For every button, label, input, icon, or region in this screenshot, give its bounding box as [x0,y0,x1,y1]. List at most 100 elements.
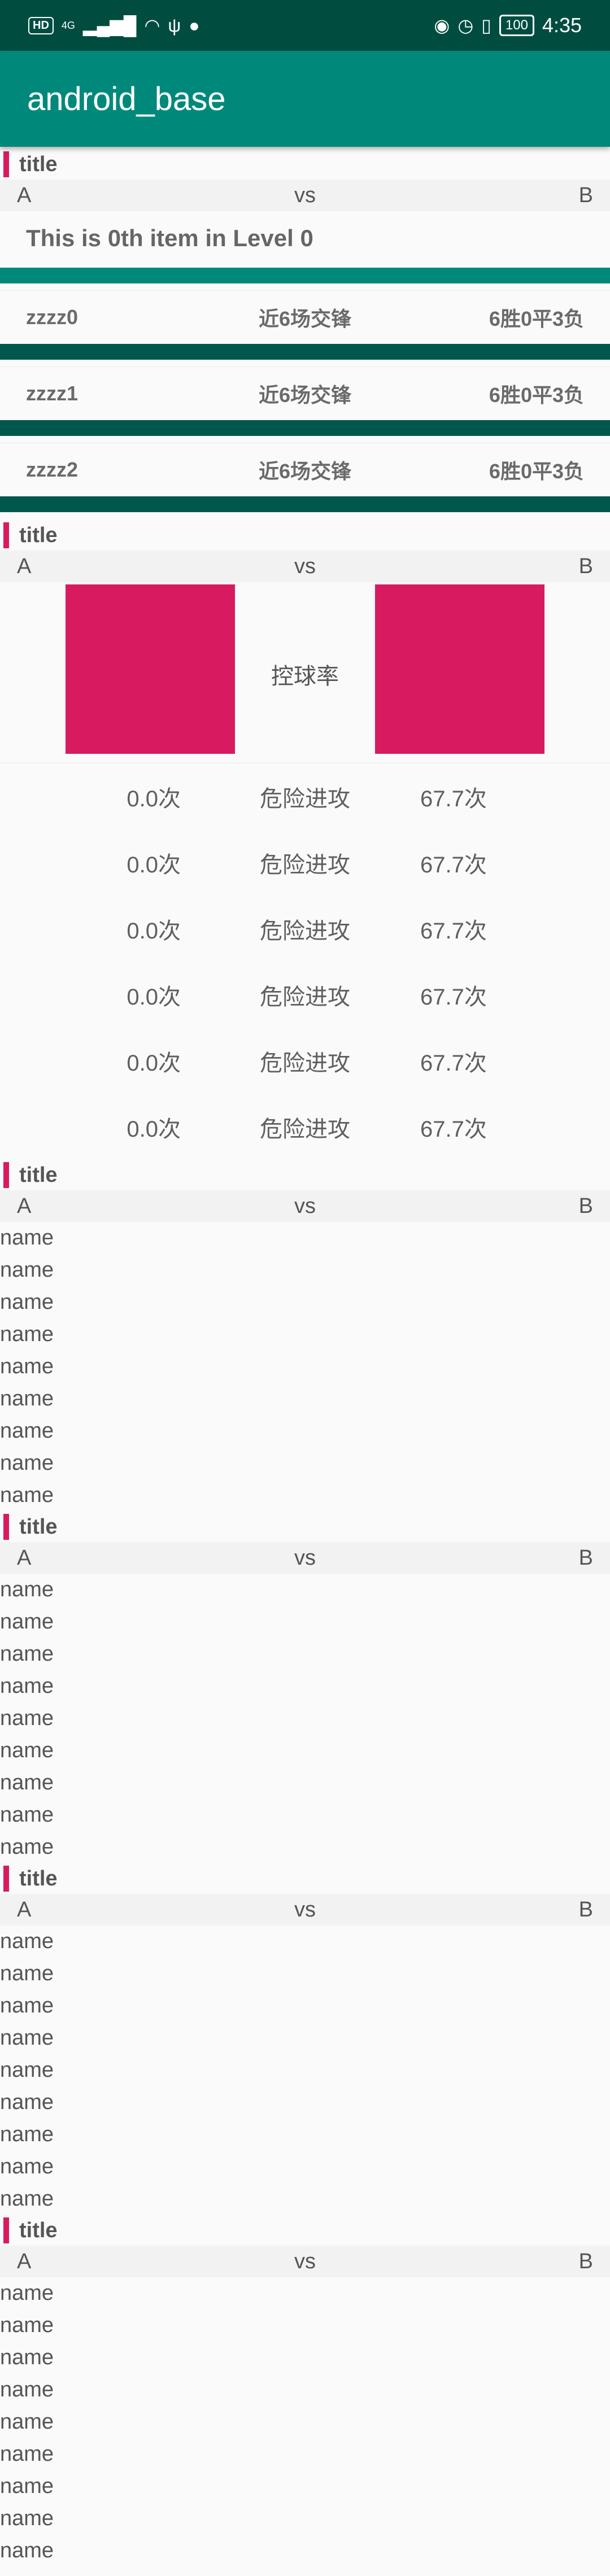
list-item[interactable]: name [0,1670,610,1702]
list-item[interactable]: name [0,1383,610,1415]
stat-row[interactable]: 0.0次 危险进攻 67.7次 [0,1028,610,1094]
wifi-icon: ◠ [144,15,160,36]
match-row[interactable]: zzzz0 近6场交锋 6胜0平3负 [0,290,610,344]
stat-row[interactable]: 0.0次 危险进攻 67.7次 [0,962,610,1028]
team-a-label: A [17,183,32,207]
section-title-text: title [19,152,58,176]
list-item[interactable]: name [0,1926,610,1958]
level-item[interactable]: This is 0th item in Level 0 [0,211,610,261]
vs-header: Avs B [0,2246,610,2277]
section-title: title [0,1160,610,1190]
match-desc: 近6场交锋 [258,307,352,330]
match-row[interactable]: zzzz1 近6场交锋 6胜0平3负 [0,366,610,420]
stat-team-b-value: 67.7次 [420,984,487,1010]
list-item[interactable]: name [0,2374,610,2406]
match-name: zzzz0 [26,305,79,329]
list-item[interactable]: name [0,1222,610,1254]
team-a-label: A [17,1545,32,1570]
team-b-label: B [578,554,593,578]
match-result: 6胜0平3负 [489,383,584,407]
list-item[interactable]: name [0,1447,610,1479]
accent-bar [3,1866,9,1892]
list-item[interactable]: name [0,2535,610,2567]
stat-label: 危险进攻 [260,786,350,811]
stat-team-a-value: 0.0次 [127,1116,181,1142]
list-item[interactable]: name [0,2086,610,2119]
list-item[interactable]: name [0,1318,610,1351]
section-title: title [0,149,610,180]
signal-icon: ▂▄▆█ [82,15,137,36]
team-b-possession-block [375,584,544,754]
vs-label: vs [294,1194,316,1218]
match-name: zzzz2 [26,458,79,481]
match-row[interactable]: zzzz2 近6场交锋 6胜0平3负 [0,443,610,496]
list-item[interactable]: name [0,1638,610,1670]
stat-team-b-value: 67.7次 [420,918,487,944]
list-item[interactable]: name [0,1286,610,1318]
vs-header: Avs B [0,1190,610,1222]
list-item[interactable]: name [0,2342,610,2374]
section-title: title [0,520,610,551]
stat-team-a-value: 0.0次 [127,852,181,877]
stat-row[interactable]: 0.0次 危险进攻 67.7次 [0,763,610,829]
list-item[interactable]: name [0,1990,610,2022]
list-item[interactable]: name [0,2151,610,2183]
list-item[interactable]: name [0,1415,610,1447]
list-item[interactable]: name [0,2277,610,2309]
section-title-text: title [19,523,58,547]
match-desc: 近6场交锋 [258,383,352,407]
list-item[interactable]: name [0,2470,610,2503]
team-a-label: A [17,554,32,578]
section-title-text: title [19,2218,58,2242]
list-item[interactable]: name [0,2054,610,2086]
section-title-text: title [19,1514,58,1539]
vs-label: vs [294,2249,316,2273]
list-item[interactable]: name [0,1574,610,1606]
accent-bar [3,151,9,177]
stats-list: 0.0次 危险进攻 67.7次 0.0次 危险进攻 67.7次 0.0次 危险进攻 67.7次 0… [0,763,610,1160]
battery-icon: 100 [499,15,534,36]
list-item[interactable]: name [0,1702,610,1735]
list-item[interactable]: name [0,1479,610,1512]
stat-team-b-value: 67.7次 [420,1050,487,1076]
vs-header: A vs B [0,180,610,211]
app-title: android_base [27,80,226,117]
list-item[interactable]: name [0,2183,610,2215]
list-item[interactable]: name [0,1767,610,1799]
list-item[interactable]: name [0,1958,610,1990]
stat-row[interactable]: 0.0次 危险进攻 67.7次 [0,829,610,896]
list-item[interactable]: name [0,2119,610,2151]
list-item[interactable]: name [0,2309,610,2342]
team-b-label: B [578,1897,593,1922]
section-title-text: title [19,1866,58,1890]
divider [0,420,610,436]
clock: 4:35 [542,14,582,37]
stat-label: 危险进攻 [260,918,350,944]
list-item[interactable]: name [0,2406,610,2438]
stat-team-a-value: 0.0次 [127,1050,181,1076]
list-item[interactable]: name [0,1254,610,1286]
status-left: HD 4G ▂▄▆█ ◠ ψ ● [28,16,200,34]
stat-label: 危险进攻 [260,984,350,1010]
stat-row[interactable]: 0.0次 危险进攻 67.7次 [0,1094,610,1160]
accent-bar [3,2217,9,2243]
list-item[interactable]: name [0,1351,610,1383]
list-item[interactable]: name [0,1735,610,1767]
stat-label: 危险进攻 [260,1116,350,1142]
list-item[interactable]: name [0,2503,610,2535]
possession-chart: 控球率 [0,582,610,763]
list-item[interactable]: name [0,1606,610,1638]
list-item[interactable]: name [0,2022,610,2054]
stat-row[interactable]: 0.0次 危险进攻 67.7次 [0,896,610,962]
team-b-label: B [578,1194,593,1218]
list-item[interactable]: name [0,1831,610,1863]
stat-team-b-value: 67.7次 [420,1116,487,1142]
status-bar: HD 4G ▂▄▆█ ◠ ψ ● ◉ ◷ ▯ 100 4:35 [0,0,610,51]
vibrate-icon: ▯ [481,15,491,36]
list-item[interactable]: name [0,1799,610,1831]
team-b-label: B [578,1545,593,1570]
vs-label: vs [294,554,316,578]
message-icon: ● [189,15,200,36]
usb-icon: ψ [168,15,181,36]
list-item[interactable]: name [0,2438,610,2470]
